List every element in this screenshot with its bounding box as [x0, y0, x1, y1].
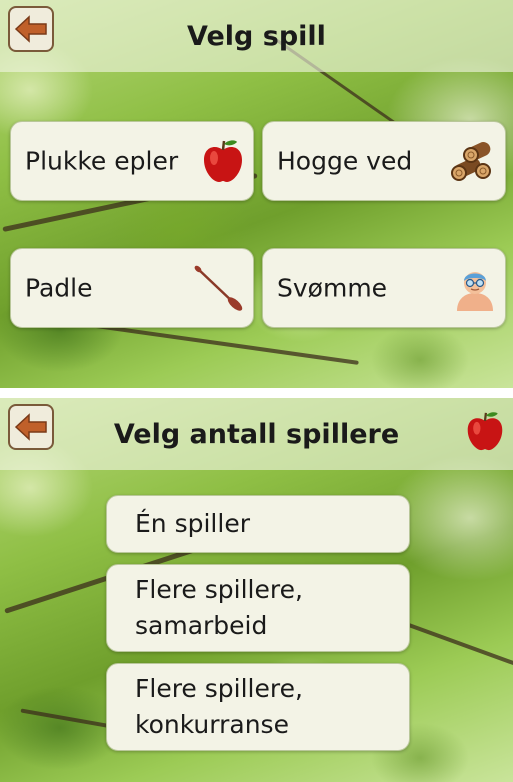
screen-divider: [0, 388, 513, 398]
page-title: Velg antall spillere: [113, 418, 400, 450]
select-players-screen: Velg antall spillere Én spiller Flere sp…: [0, 398, 513, 782]
game-tile-svomme[interactable]: Svømme: [262, 248, 506, 328]
option-label-line: Flere spillere,: [135, 575, 303, 604]
back-button[interactable]: [8, 6, 54, 52]
game-tile-padle[interactable]: Padle: [10, 248, 254, 328]
option-multiplayer-competitive[interactable]: Flere spillere, konkurranse: [106, 663, 410, 751]
option-label: Flere spillere, konkurranse: [135, 671, 303, 743]
back-arrow-icon: [14, 413, 47, 441]
apple-icon: [204, 140, 242, 182]
back-button[interactable]: [8, 404, 54, 450]
game-tile-label: Svømme: [277, 273, 388, 303]
header-bar: Velg spill: [0, 0, 513, 72]
back-arrow-icon: [14, 15, 47, 43]
option-label: Én spiller: [135, 506, 250, 542]
option-label-line: samarbeid: [135, 611, 268, 640]
game-tile-hogge-ved[interactable]: Hogge ved: [262, 121, 506, 201]
option-multiplayer-cooperative[interactable]: Flere spillere, samarbeid: [106, 564, 410, 652]
game-tile-label: Hogge ved: [277, 146, 413, 176]
option-label: Flere spillere, samarbeid: [135, 572, 303, 644]
game-tile-plukke-epler[interactable]: Plukke epler: [10, 121, 254, 201]
option-label-line: konkurranse: [135, 710, 289, 739]
game-tile-label: Padle: [25, 273, 93, 303]
option-label-line: Én spiller: [135, 509, 250, 538]
option-single-player[interactable]: Én spiller: [106, 495, 410, 553]
page-title: Velg spill: [187, 20, 326, 52]
firewood-icon: [451, 142, 491, 181]
paddle-icon: [194, 265, 243, 311]
option-label-line: Flere spillere,: [135, 674, 303, 703]
swimmer-icon: [457, 272, 493, 311]
select-game-screen: Velg spill Plukke epler Hogge ved Padle: [0, 0, 513, 388]
apple-icon: [467, 412, 503, 451]
header-bar: Velg antall spillere: [0, 398, 513, 470]
game-tile-label: Plukke epler: [25, 146, 179, 176]
